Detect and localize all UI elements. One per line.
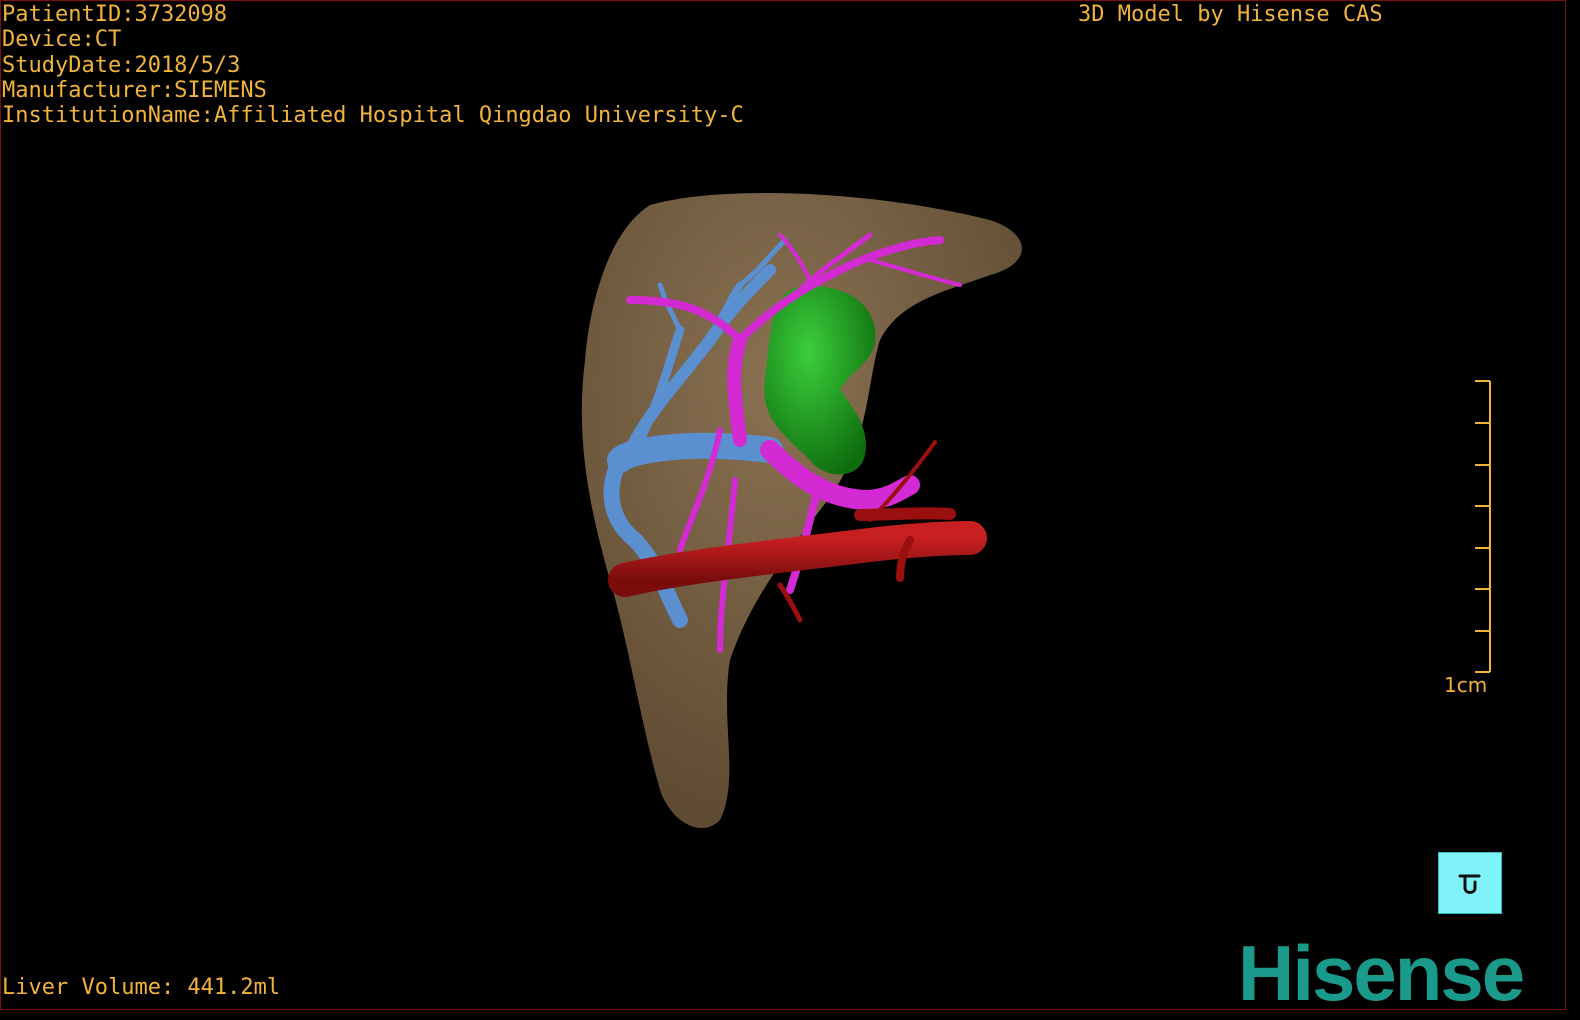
study-date: StudyDate:2018/5/3 <box>2 52 241 78</box>
orientation-cube-button[interactable] <box>1438 852 1502 914</box>
institution-name: InstitutionName:Affiliated Hospital Qing… <box>2 103 744 129</box>
patient-id: PatientID:3732098 <box>2 2 228 27</box>
scale-bar <box>1475 380 1491 673</box>
manufacturer: Manufacturer:SIEMENS <box>2 77 267 103</box>
orientation-cube-icon <box>1458 874 1481 894</box>
scale-bar-label: 1cm <box>1444 673 1488 697</box>
hisense-logo: Hisense <box>1238 929 1525 1017</box>
patient-info-overlay: PatientID:3732098 Device:CT StudyDate:20… <box>2 2 744 128</box>
device: Device:CT <box>2 27 122 53</box>
viewer-title: 3D Model by Hisense CAS <box>1078 2 1383 27</box>
liver-volume: Liver Volume: 441.2ml <box>2 975 281 1000</box>
liver-3d-model[interactable] <box>570 180 1050 840</box>
